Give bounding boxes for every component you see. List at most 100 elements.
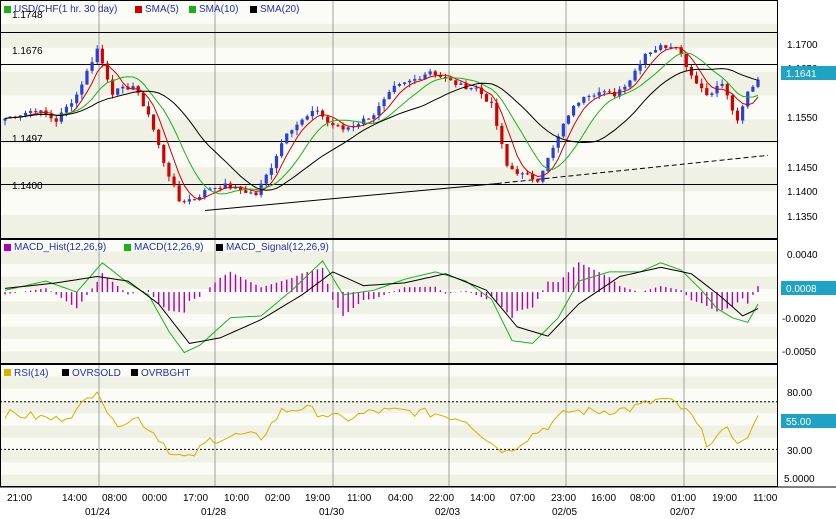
candle-up [249,192,253,194]
legend-swatch-macd-signal [216,244,223,251]
candle-up [85,70,89,85]
candle-down [192,199,197,201]
chart-canvas: USD/CHF(1 hr. 30 day) SMA(5) SMA(10) SMA… [0,0,836,519]
legend-label-macd: MACD(12,26,9) [134,242,203,253]
legend-label-macd-hist: MACD_Hist(12,26,9) [14,242,106,253]
candle-down [336,125,340,127]
rsi-legend: RSI(14) OVRSOLD OVRBGHT [4,368,190,379]
legend-swatch-ovrbght [131,369,138,376]
x-axis-time-label: 16:00 [591,493,616,504]
candle-up [720,83,724,86]
price-tick-3: 1.1550 [787,113,818,124]
price-tick-4: 1.1450 [787,163,818,174]
panel-band [0,239,778,252]
candle-up [571,105,576,116]
x-axis-time-label: 21:00 [7,493,32,504]
candle-up [577,102,581,106]
candle-down [331,122,335,126]
candle-up [269,168,273,175]
level-label-2: 1.1676 [12,46,43,57]
candle-up [474,87,478,89]
candle-up [382,99,386,107]
x-axis-time-label: 14:00 [470,493,495,504]
panel-band [0,314,778,327]
candle-up [402,82,407,84]
panel-band [0,388,778,402]
panel-band [0,119,778,144]
panel-band [0,264,778,277]
candle-up [75,94,79,104]
candle-down [100,48,104,64]
candle-down [495,102,499,126]
candle-up [756,79,760,87]
candle-down [612,92,617,97]
x-axis-time-label: 08:00 [102,493,127,504]
candle-up [566,115,571,124]
candle-up [653,49,658,53]
legend-swatch-rsi [4,369,11,376]
candle-up [95,48,99,63]
candle-down [177,185,181,202]
x-axis-time-label: 00:00 [142,493,167,504]
panel-band [0,400,778,414]
candle-down [730,95,734,111]
candle-up [397,83,402,86]
x-axis-time-label: 17:00 [183,493,208,504]
legend-swatch-macd [124,244,131,251]
panel-band [0,301,778,315]
macd-tick-3: -0.0050 [782,347,816,358]
candle-up [203,190,207,197]
price-tick-1: 1.1700 [787,40,818,51]
candle-up [418,78,422,80]
candle-up [295,124,299,131]
candle-down [433,71,437,76]
candle-down [515,169,519,174]
candle-up [264,174,268,184]
candle-down [607,91,612,93]
x-axis-time-label: 11:00 [753,493,778,504]
candle-up [561,123,565,137]
candle-down [341,125,345,130]
candle-up [29,111,33,113]
candle-up [602,91,606,93]
candle-up [408,80,412,83]
candle-down [167,162,171,177]
x-axis-time-label: 22:00 [429,493,454,504]
macd-legend: MACD_Hist(12,26,9) MACD(12,26,9) MACD_Si… [4,242,329,253]
candle-up [285,133,289,144]
candle-down [172,176,176,186]
candle-up [659,45,663,50]
candle-down [254,192,258,195]
candle-up [551,147,555,158]
level-label-4: 1.1400 [12,181,43,192]
candle-up [387,92,391,100]
candle-down [700,83,704,89]
candle-down [54,118,58,122]
panel-band [0,351,778,365]
candle-up [428,71,432,75]
x-axis-date-label: 01/30 [319,507,344,518]
candle-up [377,106,381,116]
candle-up [121,86,125,89]
candle-up [459,83,463,85]
candle-down [725,83,729,96]
legend-swatch-ovrsold [62,369,69,376]
candle-down [244,190,248,193]
candle-up [648,52,653,55]
candle-down [110,79,115,95]
x-axis-time-label: 01:00 [671,493,696,504]
candle-up [582,96,586,103]
price-current-value: 1.1641 [786,69,817,80]
legend-label-sma5: SMA(5) [145,4,179,15]
candle-up [638,64,642,71]
candle-down [694,75,699,84]
candle-down [157,129,161,146]
legend-label-sma20: SMA(20) [260,4,299,15]
x-axis-time-label: 07:00 [510,493,535,504]
candle-up [643,54,647,65]
candle-down [367,118,371,120]
candle-down [182,201,186,203]
legend-label-ovrsold: OVRSOLD [72,368,121,379]
candle-up [274,156,279,169]
macd-current-tag: 0.0008 [781,281,836,295]
